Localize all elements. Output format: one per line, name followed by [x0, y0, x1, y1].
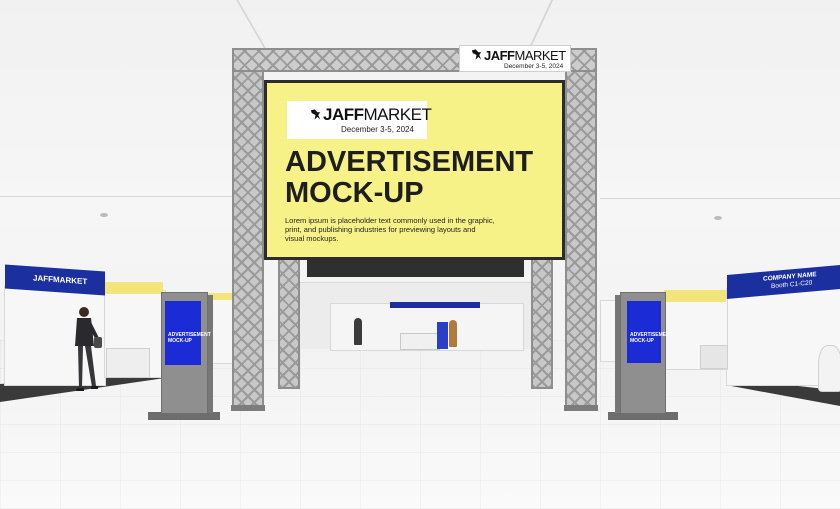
- right-kiosk-side: [615, 295, 620, 413]
- left-kiosk-screen: ADVERTISEMENT MOCK-UP: [165, 301, 211, 365]
- top-sign-logo-bold: JAFF: [484, 48, 515, 63]
- right-booth-table: [818, 345, 840, 392]
- right-kiosk-screen: ADVERTISEMENT MOCK-UP: [627, 301, 673, 363]
- screen-headline-line1: ADVERTISEMENT: [285, 146, 534, 178]
- back-person-2: [449, 320, 457, 347]
- screen-date: December 3-5, 2024: [341, 125, 414, 134]
- screen-logo-bold: JAFF: [323, 105, 364, 124]
- truss-base-left: [231, 405, 265, 411]
- screen-logo-light: MARKET: [363, 105, 432, 124]
- advertisement-screen: JAFFMARKET December 3-5, 2024 ADVERTISEM…: [264, 80, 565, 260]
- screen-logo: JAFFMARKET: [309, 105, 432, 125]
- left-kiosk-side: [208, 295, 213, 413]
- truss-pillar-right-outer: [565, 50, 597, 411]
- screen-lower-panel: [307, 260, 524, 277]
- truss-pillar-left-outer: [232, 48, 264, 411]
- screen-logo-box: JAFFMARKET December 3-5, 2024: [287, 101, 432, 139]
- back-person-1: [354, 318, 362, 345]
- left-booth-counter: [106, 348, 150, 378]
- left-kiosk: ADVERTISEMENT MOCK-UP: [161, 292, 213, 414]
- left-kiosk-text: ADVERTISEMENT MOCK-UP: [168, 332, 211, 344]
- ceiling-beam-right: [528, 0, 554, 48]
- visitor-legs: [78, 346, 96, 388]
- ceiling-edge-right: [600, 198, 840, 199]
- top-sign-logo: JAFFMARKET: [470, 48, 566, 63]
- visitor-body: [75, 318, 94, 346]
- truss-base-right: [564, 405, 598, 411]
- kangaroo-logo-icon: [310, 109, 321, 120]
- ceiling-light-right: [714, 216, 722, 220]
- visitor-head: [79, 307, 89, 317]
- screen-headline-line2: MOCK-UP: [285, 177, 424, 209]
- ceiling-beam-left: [236, 0, 266, 48]
- truss-pillar-left-inner: [278, 258, 300, 389]
- top-sign-banner: JAFFMARKET December 3-5, 2024: [459, 45, 571, 72]
- ceiling-edge-left: [0, 196, 240, 197]
- kangaroo-logo-icon: [471, 49, 482, 60]
- right-kiosk: ADVERTISEMENT MOCK-UP: [615, 292, 673, 414]
- right-booth-counter: [700, 345, 728, 369]
- visitor-woman: [75, 307, 102, 391]
- left-kiosk-line2: MOCK-UP: [168, 338, 192, 344]
- right-kiosk-line2: MOCK-UP: [630, 338, 654, 344]
- right-kiosk-text: ADVERTISEMENT MOCK-UP: [630, 332, 673, 344]
- left-booth-fascia-2: [105, 282, 163, 294]
- exhibition-hall-scene: JAFFMARKET COMPANY NAME Booth C1-C20 JAF…: [0, 0, 840, 509]
- visitor-bag: [94, 337, 102, 348]
- ceiling-light-left: [100, 213, 108, 217]
- back-booth-counter: [400, 333, 440, 350]
- top-sign-date: December 3-5, 2024: [504, 63, 564, 70]
- right-booth-fascia-2: [664, 290, 726, 302]
- truss-pillar-right-inner: [531, 258, 553, 389]
- top-sign-logo-light: MARKET: [514, 48, 567, 63]
- back-booth-blue-panel: [437, 322, 448, 349]
- back-booth-fascia: [390, 302, 480, 308]
- screen-headline: ADVERTISEMENT MOCK-UP: [285, 147, 533, 209]
- screen-body-text: Lorem ipsum is placeholder text commonly…: [285, 216, 495, 243]
